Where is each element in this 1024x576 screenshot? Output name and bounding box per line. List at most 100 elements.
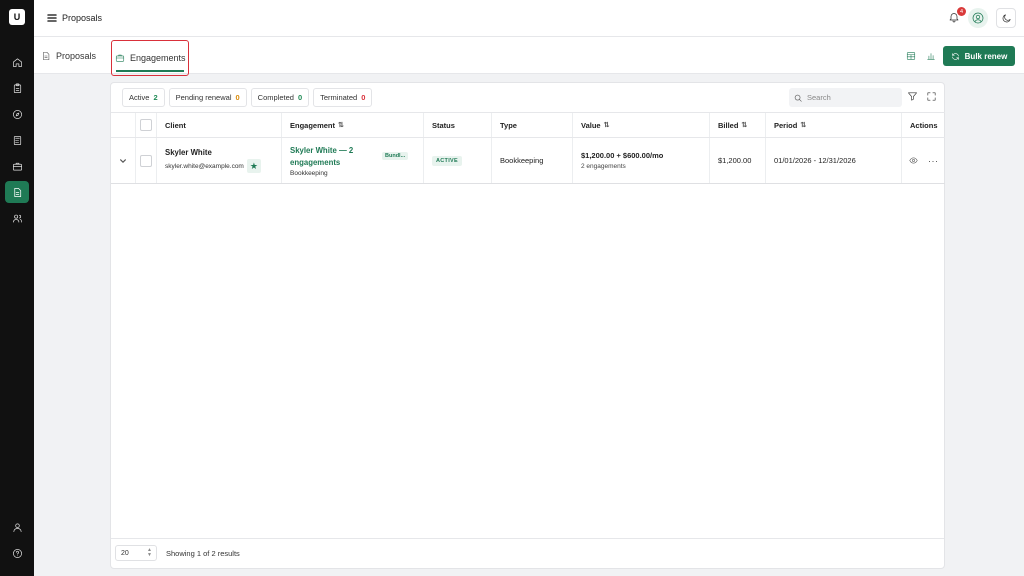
status-badge: ACTIVE — [432, 155, 462, 166]
notification-count-badge: 4 — [957, 7, 966, 16]
row-expand-button[interactable] — [111, 138, 136, 183]
chip-label: Pending renewal — [175, 93, 232, 102]
moon-icon — [1002, 13, 1011, 22]
calculator-icon — [13, 135, 21, 145]
bar-chart-icon — [927, 53, 935, 60]
sort-icon: ⇅ — [603, 122, 610, 129]
tab-label: Proposals — [56, 50, 97, 61]
filter-button[interactable] — [907, 91, 919, 103]
type-value: Bookkeeping — [500, 156, 544, 165]
chart-view-button[interactable] — [924, 49, 938, 63]
header-label: Actions — [910, 120, 938, 130]
search-icon — [794, 94, 802, 102]
eye-icon[interactable] — [909, 156, 918, 165]
tab-proposals[interactable]: Proposals — [41, 37, 96, 74]
filter-icon — [908, 92, 917, 101]
fullscreen-button[interactable] — [926, 91, 938, 103]
filter-chip-terminated[interactable]: Terminated 0 — [313, 88, 373, 107]
bulk-renew-label: Bulk renew — [964, 51, 1008, 61]
sidebar-item-home[interactable] — [5, 51, 29, 73]
page-size-select[interactable]: 20 ▲ ▼ — [115, 545, 157, 561]
document-icon — [13, 187, 21, 197]
chip-label: Terminated — [320, 93, 358, 102]
table-row[interactable]: Skyler White skyler.white@example.com ★ … — [111, 138, 945, 184]
header-select-cell — [136, 113, 157, 137]
compass-icon — [12, 109, 22, 119]
header-label: Period — [774, 120, 798, 130]
user-icon — [12, 522, 22, 532]
column-header-engagement[interactable]: Engagement ⇅ — [282, 113, 424, 137]
column-header-period[interactable]: Period ⇅ — [766, 113, 902, 137]
status-filter-chips: Active 2 Pending renewal 0 Completed 0 T… — [122, 88, 373, 107]
hamburger-icon — [47, 14, 57, 22]
billed-value: $1,200.00 — [718, 156, 752, 165]
engagement-type-sub: Bookkeeping — [290, 169, 328, 177]
engagement-link[interactable]: Skyler White — 2 engagements — [290, 145, 370, 169]
header-label: Status — [432, 120, 455, 130]
value-amount: $1,200.00 + $600.00/mo — [581, 151, 664, 160]
clipboard-icon — [13, 83, 21, 93]
bulk-renew-button[interactable]: Bulk renew — [943, 46, 1015, 66]
document-icon — [43, 51, 50, 60]
select-arrows-icon: ▲ ▼ — [147, 547, 152, 558]
type-cell: Bookkeeping — [492, 138, 573, 183]
table-icon — [906, 52, 916, 60]
sidebar-item-explore[interactable] — [5, 103, 29, 125]
more-options-icon[interactable]: ··· — [928, 156, 939, 166]
select-all-checkbox[interactable] — [140, 119, 152, 131]
tab-label: Engagements — [130, 53, 186, 63]
filter-chip-active[interactable]: Active 2 — [122, 88, 165, 107]
period-cell: 01/01/2026 - 12/31/2026 — [766, 138, 902, 183]
help-icon — [12, 548, 22, 558]
star-icon[interactable]: ★ — [246, 159, 261, 173]
tab-engagements[interactable]: Engagements — [111, 40, 189, 76]
column-header-billed[interactable]: Billed ⇅ — [710, 113, 766, 137]
billed-cell: $1,200.00 — [710, 138, 766, 183]
sidebar-item-engagements[interactable] — [5, 155, 29, 177]
menu-toggle-button[interactable] — [47, 13, 57, 23]
column-header-status: Status — [424, 113, 492, 137]
value-sub: 2 engagements — [581, 163, 626, 170]
table-view-button[interactable] — [904, 49, 918, 63]
search-input[interactable] — [807, 93, 897, 102]
column-header-type: Type — [492, 113, 573, 137]
logo-letter: U — [13, 12, 21, 22]
sidebar-item-profile[interactable] — [5, 516, 29, 538]
chevron-down-icon — [120, 158, 126, 163]
header-label: Value — [581, 120, 601, 130]
sidebar-item-tasks[interactable] — [5, 77, 29, 99]
column-header-actions: Actions — [902, 113, 945, 137]
client-email: skyler.white@example.com — [165, 162, 244, 170]
app-logo[interactable]: U — [9, 9, 25, 25]
chip-count: 2 — [153, 93, 158, 102]
user-avatar-button[interactable] — [968, 8, 988, 28]
column-header-value[interactable]: Value ⇅ — [573, 113, 710, 137]
client-cell: Skyler White skyler.white@example.com ★ — [157, 138, 282, 183]
results-summary: Showing 1 of 2 results — [166, 549, 240, 558]
row-checkbox[interactable] — [140, 154, 152, 167]
bundle-badge: Bundl... — [382, 152, 409, 160]
expand-icon — [927, 92, 936, 101]
sidebar-item-proposals[interactable] — [5, 181, 29, 203]
row-select-cell — [136, 138, 157, 183]
theme-toggle-button[interactable] — [996, 8, 1016, 28]
client-name: Skyler White — [165, 148, 212, 157]
header-expand-cell — [111, 113, 136, 137]
top-header: Proposals 4 — [34, 0, 1024, 37]
header-label: Billed — [718, 120, 739, 130]
page-title: Proposals — [62, 13, 103, 23]
user-circle-icon — [972, 12, 984, 24]
sidebar-item-help[interactable] — [5, 542, 29, 564]
filter-chip-completed[interactable]: Completed 0 — [250, 88, 310, 107]
sidebar-item-billing[interactable] — [5, 129, 29, 151]
actions-cell: ··· — [902, 138, 945, 183]
page-size-value: 20 — [121, 549, 129, 557]
search-box — [789, 88, 902, 107]
header-label: Type — [500, 120, 517, 130]
engagements-table: Client Engagement ⇅ Status Type Value ⇅ Bi… — [111, 112, 945, 184]
chip-label: Active — [129, 93, 150, 102]
tab-bar: Proposals Engagements Bulk renew — [34, 37, 1024, 76]
sidebar-item-clients[interactable] — [5, 207, 29, 229]
home-icon — [12, 57, 22, 67]
filter-chip-pending-renewal[interactable]: Pending renewal 0 — [168, 88, 247, 107]
